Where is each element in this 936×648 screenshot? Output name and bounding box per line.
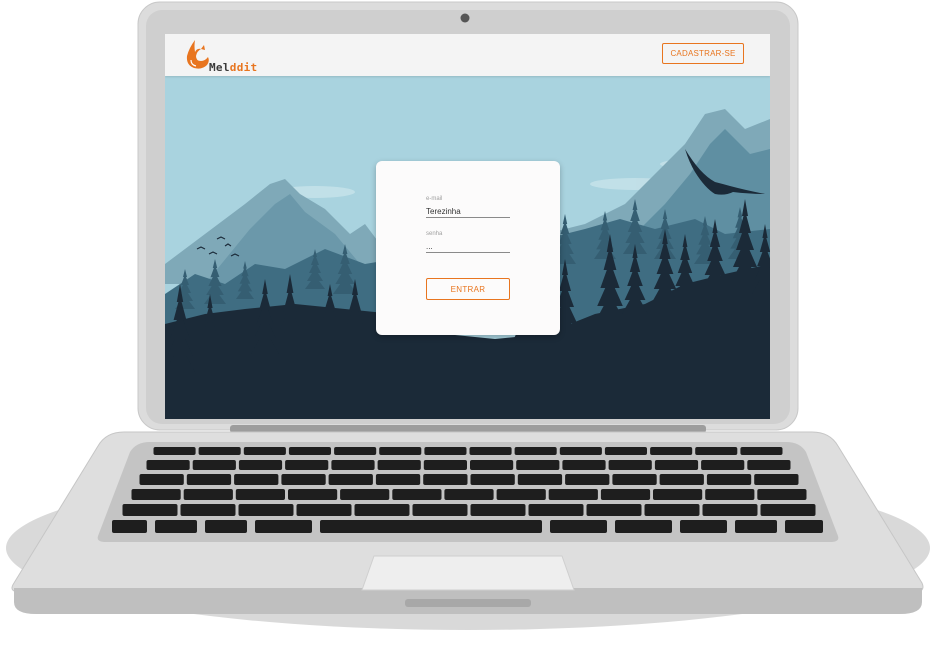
- keyboard-key: [757, 489, 807, 500]
- password-field[interactable]: [426, 240, 510, 253]
- login-card: e-mail senha ENTRAR: [376, 161, 560, 335]
- keyboard-key: [528, 504, 584, 516]
- keyboard-key: [146, 460, 190, 470]
- keyboard-key: [659, 474, 704, 485]
- keyboard-key: [565, 474, 610, 485]
- keyboard-key: [754, 474, 799, 485]
- keyboard-key: [122, 504, 178, 516]
- keyboard-key: [496, 489, 546, 500]
- keyboard-key: [235, 489, 285, 500]
- keyboard-key: [612, 474, 657, 485]
- keyboard-key: [695, 447, 738, 455]
- keyboard-key: [234, 474, 279, 485]
- keyboard-key: [180, 504, 236, 516]
- login-button[interactable]: ENTRAR: [426, 278, 510, 300]
- keyboard-key: [183, 489, 233, 500]
- keyboard-key: [701, 460, 745, 470]
- screen: Melddit CADASTRAR-SE e-mail senha ENTRAR: [165, 34, 770, 419]
- keyboard-key: [331, 460, 375, 470]
- trackpad[interactable]: [361, 555, 575, 591]
- keyboard-key: [192, 460, 236, 470]
- email-field[interactable]: [426, 205, 510, 218]
- keyboard-key: [760, 504, 816, 516]
- keyboard-key: [334, 447, 377, 455]
- keyboard-key: [608, 460, 652, 470]
- keyboard-key: [375, 474, 421, 485]
- keyboard-key: [423, 474, 468, 485]
- keyboard-key: [517, 474, 563, 485]
- keyboard-key: [444, 489, 494, 500]
- keyboard-key: [139, 474, 184, 485]
- keyboard-key: [131, 489, 181, 500]
- keyboard-key: [615, 520, 672, 533]
- password-label: senha: [426, 231, 443, 237]
- keyboard-key: [238, 460, 283, 470]
- keyboard-key: [735, 520, 777, 533]
- keyboard-key: [644, 504, 700, 516]
- keyboard-key: [470, 504, 526, 516]
- keyboard-key: [740, 447, 783, 455]
- keyboard-key: [550, 520, 607, 533]
- keyboard-key: [205, 520, 247, 533]
- keyboard-key: [562, 460, 606, 470]
- keyboard-key: [392, 489, 442, 500]
- keyboard-key: [288, 489, 338, 500]
- keyboard-key: [470, 474, 515, 485]
- keyboard-key: [423, 460, 467, 470]
- keyboard-key: [328, 474, 373, 485]
- keyboard-key: [516, 460, 560, 470]
- signup-button[interactable]: CADASTRAR-SE: [662, 43, 744, 64]
- brand-suffix: ddit: [229, 61, 258, 74]
- keyboard-key: [470, 460, 514, 470]
- brand-prefix: Mel: [209, 61, 230, 74]
- keyboard-key: [424, 447, 467, 455]
- keyboard-key: [747, 460, 791, 470]
- keyboard-key: [785, 520, 823, 533]
- keyboard-key: [586, 504, 642, 516]
- laptop-notch: [405, 599, 531, 607]
- keyboard-key: [320, 520, 542, 533]
- keyboard-key: [288, 447, 331, 455]
- keyboard-key: [285, 460, 329, 470]
- keyboard-key: [469, 447, 512, 455]
- keyboard-key: [600, 489, 651, 500]
- keyboard-key: [243, 447, 286, 455]
- keyboard-key: [153, 447, 196, 455]
- keyboard-key: [559, 447, 602, 455]
- webcam-icon: [460, 13, 470, 23]
- keyboard-key: [340, 489, 390, 500]
- keyboard-key: [654, 460, 699, 470]
- keyboard-key: [412, 504, 468, 516]
- keyboard-key: [354, 504, 410, 516]
- keyboard-key: [650, 447, 693, 455]
- keyboard-key: [155, 520, 197, 533]
- keyboard-key: [514, 447, 557, 455]
- keyboard-key: [705, 489, 755, 500]
- keyboard-key: [377, 460, 421, 470]
- keyboard-key: [281, 474, 326, 485]
- keyboard-key: [296, 504, 352, 516]
- keyboard-key: [238, 504, 294, 516]
- brand-logo[interactable]: Melddit: [183, 38, 293, 74]
- keyboard-key: [706, 474, 752, 485]
- keyboard-key: [255, 520, 312, 533]
- keyboard-key: [702, 504, 758, 516]
- keyboard-key: [653, 489, 703, 500]
- keyboard-key: [379, 447, 422, 455]
- email-label: e-mail: [426, 196, 443, 202]
- keyboard-key: [198, 447, 241, 455]
- keyboard-key: [186, 474, 232, 485]
- keyboard-key: [112, 520, 147, 533]
- keyboard-key: [548, 489, 598, 500]
- keyboard-key: [680, 520, 727, 533]
- keyboard-key: [604, 447, 647, 455]
- top-header: Melddit CADASTRAR-SE: [165, 34, 770, 76]
- brand-name: Melddit: [209, 61, 257, 74]
